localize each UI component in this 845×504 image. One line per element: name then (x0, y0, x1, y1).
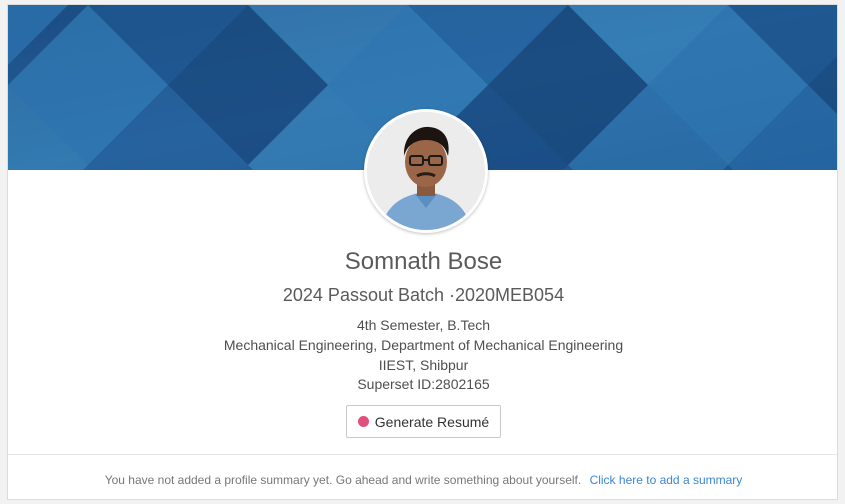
generate-resume-button[interactable]: Generate Resumé (346, 405, 501, 438)
batch-info: 2024 Passout Batch ·2020MEB054 (282, 285, 565, 305)
profile-card: Somnath Bose 2024 Passout Batch ·2020MEB… (7, 4, 838, 500)
divider (8, 454, 837, 455)
profile-summary-row: You have not added a profile summary yet… (8, 473, 837, 487)
add-summary-link[interactable]: Click here to add a summary (590, 473, 743, 487)
generate-resume-label: Generate Resumé (374, 413, 490, 430)
semester-info: 4th Semester, B.Tech (356, 317, 491, 333)
record-dot-icon (357, 416, 369, 427)
avatar[interactable] (364, 109, 488, 233)
profile-name: Somnath Bose (344, 248, 503, 275)
summary-empty-text: You have not added a profile summary yet… (104, 473, 582, 487)
department-info: Mechanical Engineering, Department of Me… (223, 337, 624, 353)
profile-photo (367, 112, 485, 230)
superset-id: Superset ID:2802165 (357, 376, 490, 392)
institute-info: IIEST, Shibpur (378, 357, 469, 373)
